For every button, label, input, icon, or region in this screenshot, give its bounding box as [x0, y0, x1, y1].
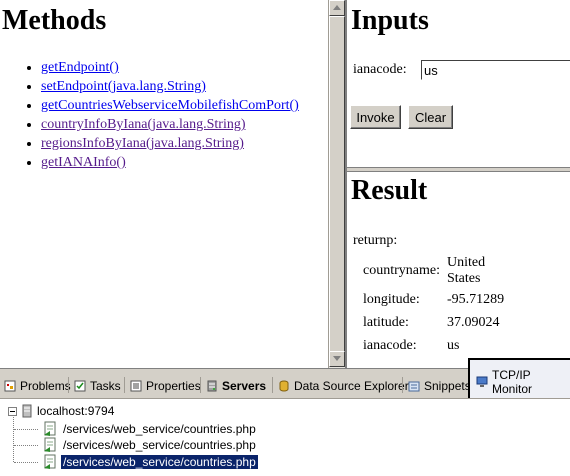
tab-label: TCP/IP Monitor	[492, 368, 533, 396]
table-row: longitude: -95.71289	[361, 288, 519, 311]
monitor-icon	[476, 376, 488, 387]
method-link-regionsinfobyiana[interactable]: regionsInfoByIana(java.lang.String)	[41, 136, 244, 151]
properties-icon	[130, 380, 142, 392]
tasks-icon	[74, 380, 86, 392]
tcpip-tree: localhost:9794 /services/web_service/cou…	[0, 398, 570, 476]
collapse-toggle[interactable]	[8, 406, 17, 416]
return-label: returnp:	[353, 233, 398, 248]
list-item: setEndpoint(java.lang.String)	[41, 77, 328, 96]
list-item: regionsInfoByIana(java.lang.String)	[41, 134, 328, 153]
method-link-setendpoint[interactable]: setEndpoint(java.lang.String)	[41, 79, 206, 94]
result-value: us	[447, 337, 460, 353]
list-item: countryInfoByIana(java.lang.String)	[41, 115, 328, 134]
result-pane: Result returnp: countryname: United Stat…	[347, 172, 570, 368]
problems-icon	[4, 380, 16, 392]
tree-item-label: /services/web_service/countries.php	[63, 438, 256, 452]
tab-label: Properties	[146, 379, 201, 393]
clear-button[interactable]: Clear	[408, 105, 453, 129]
tree-root[interactable]: localhost:9794	[8, 403, 114, 419]
tab-label: Tasks	[90, 379, 121, 393]
table-row: ianacode: us	[361, 334, 519, 357]
tab-label: Data Source Explorer	[294, 379, 409, 393]
ianacode-input[interactable]	[421, 60, 570, 80]
tab-separator	[272, 377, 273, 393]
data-source-icon	[279, 380, 289, 392]
tab-data-source-explorer[interactable]: Data Source Explorer	[278, 375, 409, 397]
request-document-icon	[44, 421, 56, 436]
tree-item-label: /services/web_service/countries.php	[63, 422, 256, 436]
servers-icon	[207, 380, 217, 392]
tab-tasks[interactable]: Tasks	[74, 375, 121, 397]
result-value: 37.09024	[447, 314, 500, 330]
tree-root-label: localhost:9794	[37, 404, 115, 418]
scroll-down-button[interactable]	[329, 351, 345, 367]
result-value: United States	[447, 255, 486, 286]
arrow-down-icon	[333, 356, 341, 361]
tree-item-request[interactable]: /services/web_service/countries.php	[42, 421, 258, 437]
tab-separator	[124, 377, 125, 393]
methods-list: getEndpoint() setEndpoint(java.lang.Stri…	[0, 58, 328, 172]
tree-connector	[13, 412, 15, 462]
inputs-pane: Inputs ianacode: Invoke Clear	[347, 0, 570, 167]
methods-title: Methods	[2, 5, 107, 36]
host-icon	[22, 404, 32, 418]
scroll-thumb[interactable]	[329, 16, 345, 352]
tree-item-request-selected[interactable]: /services/web_service/countries.php	[42, 454, 259, 470]
tab-snippets[interactable]: Snippets	[408, 375, 471, 397]
tree-item-request[interactable]: /services/web_service/countries.php	[42, 437, 258, 453]
result-value: -95.71289	[447, 291, 505, 307]
tab-separator	[68, 377, 69, 393]
scroll-up-button[interactable]	[329, 0, 345, 16]
table-row: latitude: 37.09024	[361, 311, 519, 334]
ianacode-label: ianacode:	[353, 62, 407, 77]
arrow-up-icon	[333, 5, 341, 10]
method-link-getcountriesport[interactable]: getCountriesWebserviceMobilefishComPort(…	[41, 98, 299, 113]
methods-pane: Methods getEndpoint() setEndpoint(java.l…	[0, 0, 328, 368]
result-key: ianacode:	[363, 337, 417, 353]
tree-connector	[14, 445, 38, 447]
result-key: longitude:	[363, 291, 420, 307]
tab-properties[interactable]: Properties	[130, 375, 201, 397]
list-item: getCountriesWebserviceMobilefishComPort(…	[41, 96, 328, 115]
tree-connector	[14, 429, 38, 431]
tab-problems[interactable]: Problems	[4, 375, 71, 397]
result-key: latitude:	[363, 314, 409, 330]
tab-separator	[200, 377, 201, 393]
methods-scrollbar[interactable]	[328, 0, 345, 368]
tab-label: Servers	[222, 379, 267, 393]
tab-label: Problems	[20, 379, 71, 393]
tab-label: Snippets	[424, 379, 471, 393]
snippets-icon	[408, 381, 420, 392]
result-title: Result	[351, 175, 428, 206]
request-document-icon	[44, 454, 56, 469]
list-item: getEndpoint()	[41, 58, 328, 77]
ianacode-row: ianacode:	[353, 60, 570, 80]
method-link-countryinfobyiana[interactable]: countryInfoByIana(java.lang.String)	[41, 117, 246, 132]
list-item: getIANAInfo()	[41, 153, 328, 172]
inputs-title: Inputs	[351, 5, 429, 36]
table-row: countryname: United States	[361, 254, 519, 288]
tab-servers[interactable]: Servers	[206, 375, 266, 397]
invoke-button[interactable]: Invoke	[350, 105, 401, 129]
request-document-icon	[44, 437, 56, 452]
result-key: countryname:	[363, 263, 440, 278]
result-table: countryname: United States longitude: -9…	[361, 254, 519, 357]
tree-item-label: /services/web_service/countries.php	[60, 454, 259, 470]
tab-separator	[402, 377, 403, 393]
tree-connector	[14, 462, 38, 464]
view-tab-bar: Problems Tasks Properties Servers Data S…	[0, 358, 570, 410]
method-link-getianainfo[interactable]: getIANAInfo()	[41, 155, 126, 170]
method-link-getendpoint[interactable]: getEndpoint()	[41, 60, 119, 75]
